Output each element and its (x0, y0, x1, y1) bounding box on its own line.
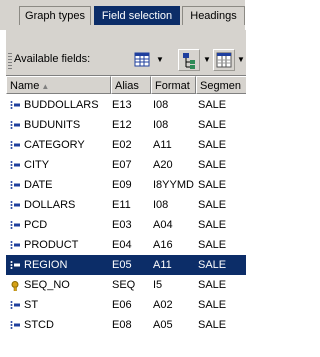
field-format: I08 (153, 199, 169, 211)
toolbar-grip[interactable] (8, 53, 12, 69)
field-name: BUDUNITS (24, 119, 81, 131)
field-alias: E05 (112, 259, 132, 271)
field-segment: SALE (198, 239, 227, 251)
field-alias: E09 (112, 179, 132, 191)
field-segment: SALE (198, 139, 227, 151)
field-icon (10, 241, 20, 249)
table-row[interactable]: BUDUNITS E12 I08 SALE (6, 115, 246, 135)
field-format: A05 (153, 319, 173, 331)
field-selection-panel: Available fields: ▼ ▼ ▼ Name ▲ Alias For… (5, 30, 246, 357)
table-row[interactable]: STCD E08 A05 SALE (6, 315, 246, 335)
table-row[interactable]: DOLLARS E11 I08 SALE (6, 195, 246, 215)
grid-view-button[interactable] (131, 49, 153, 71)
field-name: CITY (24, 159, 50, 171)
field-icon (10, 221, 20, 229)
tab-headings[interactable]: Headings (182, 6, 245, 25)
field-format: I8YYMD (153, 179, 194, 191)
columns-dropdown-icon[interactable]: ▼ (236, 49, 246, 71)
available-fields-label: Available fields: (14, 53, 91, 65)
table-row[interactable]: DATE E09 I8YYMD SALE (6, 175, 246, 195)
field-segment: SALE (198, 179, 227, 191)
field-format: A11 (153, 259, 172, 271)
key-icon (11, 281, 19, 291)
field-icon (10, 161, 20, 169)
field-format: A02 (153, 299, 173, 311)
field-icon (10, 201, 20, 209)
tree-view-button[interactable] (178, 49, 200, 71)
fields-table: Name ▲ Alias Format Segmen BUDDOLLARS E13… (6, 75, 246, 357)
field-alias: E06 (112, 299, 132, 311)
field-name: DOLLARS (24, 199, 76, 211)
field-icon (10, 101, 20, 109)
field-icon (10, 181, 20, 189)
field-name: BUDDOLLARS (24, 99, 99, 111)
field-format: I08 (153, 119, 169, 131)
table-row[interactable]: SEQ_NO SEQ I5 SALE (6, 275, 246, 295)
table-row[interactable]: BUDDOLLARS E13 I08 SALE (6, 95, 246, 115)
column-header-segment[interactable]: Segmen (196, 76, 246, 94)
tree-icon (183, 53, 195, 69)
field-format: A04 (153, 219, 173, 231)
column-header-name-label: Name (10, 80, 40, 92)
grid-icon (134, 52, 150, 67)
field-name: PRODUCT (24, 239, 79, 251)
field-format: A11 (153, 139, 172, 151)
fields-toolbar: Available fields: ▼ ▼ ▼ (6, 45, 246, 75)
field-segment: SALE (198, 199, 227, 211)
table-row[interactable]: CITY E07 A20 SALE (6, 155, 246, 175)
field-alias: E02 (112, 139, 132, 151)
column-header-alias[interactable]: Alias (111, 76, 151, 94)
grid-view-dropdown-icon[interactable]: ▼ (155, 49, 165, 71)
field-segment: SALE (198, 99, 227, 111)
field-icon (10, 301, 20, 309)
field-name: CATEGORY (24, 139, 85, 151)
table-row[interactable]: PCD E03 A04 SALE (6, 215, 246, 235)
table-row[interactable]: ST E06 A02 SALE (6, 295, 246, 315)
field-alias: E07 (112, 159, 132, 171)
field-format: I08 (153, 99, 169, 111)
field-name: DATE (24, 179, 53, 191)
table-header: Name ▲ Alias Format Segmen (6, 76, 246, 94)
field-alias: E04 (112, 239, 132, 251)
field-segment: SALE (198, 259, 227, 271)
table-row[interactable]: PRODUCT E04 A16 SALE (6, 235, 246, 255)
field-alias: E13 (112, 99, 132, 111)
field-segment: SALE (198, 159, 227, 171)
field-icon (10, 121, 20, 129)
field-icon (10, 141, 20, 149)
column-header-name[interactable]: Name ▲ (6, 76, 111, 94)
field-name: STCD (24, 319, 54, 331)
field-format: A20 (153, 159, 173, 171)
field-name: SEQ_NO (24, 279, 70, 291)
columns-button[interactable] (213, 49, 235, 71)
field-segment: SALE (198, 279, 227, 291)
field-name: ST (24, 299, 39, 311)
sort-ascending-icon: ▲ (41, 82, 50, 91)
field-alias: E12 (112, 119, 132, 131)
table-body: BUDDOLLARS E13 I08 SALE BUDUNITS E12 I08… (6, 95, 246, 335)
field-alias: SEQ (112, 279, 136, 291)
tab-graph-types[interactable]: Graph types (19, 6, 91, 25)
table-row-selected[interactable]: REGION E05 A11 SALE (6, 255, 246, 275)
tab-field-selection[interactable]: Field selection (94, 6, 180, 25)
table-row[interactable]: CATEGORY E02 A11 SALE (6, 135, 246, 155)
field-segment: SALE (198, 319, 227, 331)
columns-icon (216, 52, 232, 68)
field-alias: E03 (112, 219, 132, 231)
field-segment: SALE (198, 219, 227, 231)
field-segment: SALE (198, 299, 227, 311)
field-alias: E08 (112, 319, 132, 331)
field-format: I5 (153, 279, 163, 291)
field-name: PCD (24, 219, 48, 231)
field-alias: E11 (112, 199, 131, 211)
field-icon (10, 321, 20, 329)
field-icon (10, 261, 20, 269)
column-header-format[interactable]: Format (151, 76, 196, 94)
tree-view-dropdown-icon[interactable]: ▼ (202, 49, 212, 71)
field-name: REGION (24, 259, 68, 271)
tab-bar: Graph types Field selection Headings (0, 0, 245, 30)
field-segment: SALE (198, 119, 227, 131)
field-format: A16 (153, 239, 173, 251)
